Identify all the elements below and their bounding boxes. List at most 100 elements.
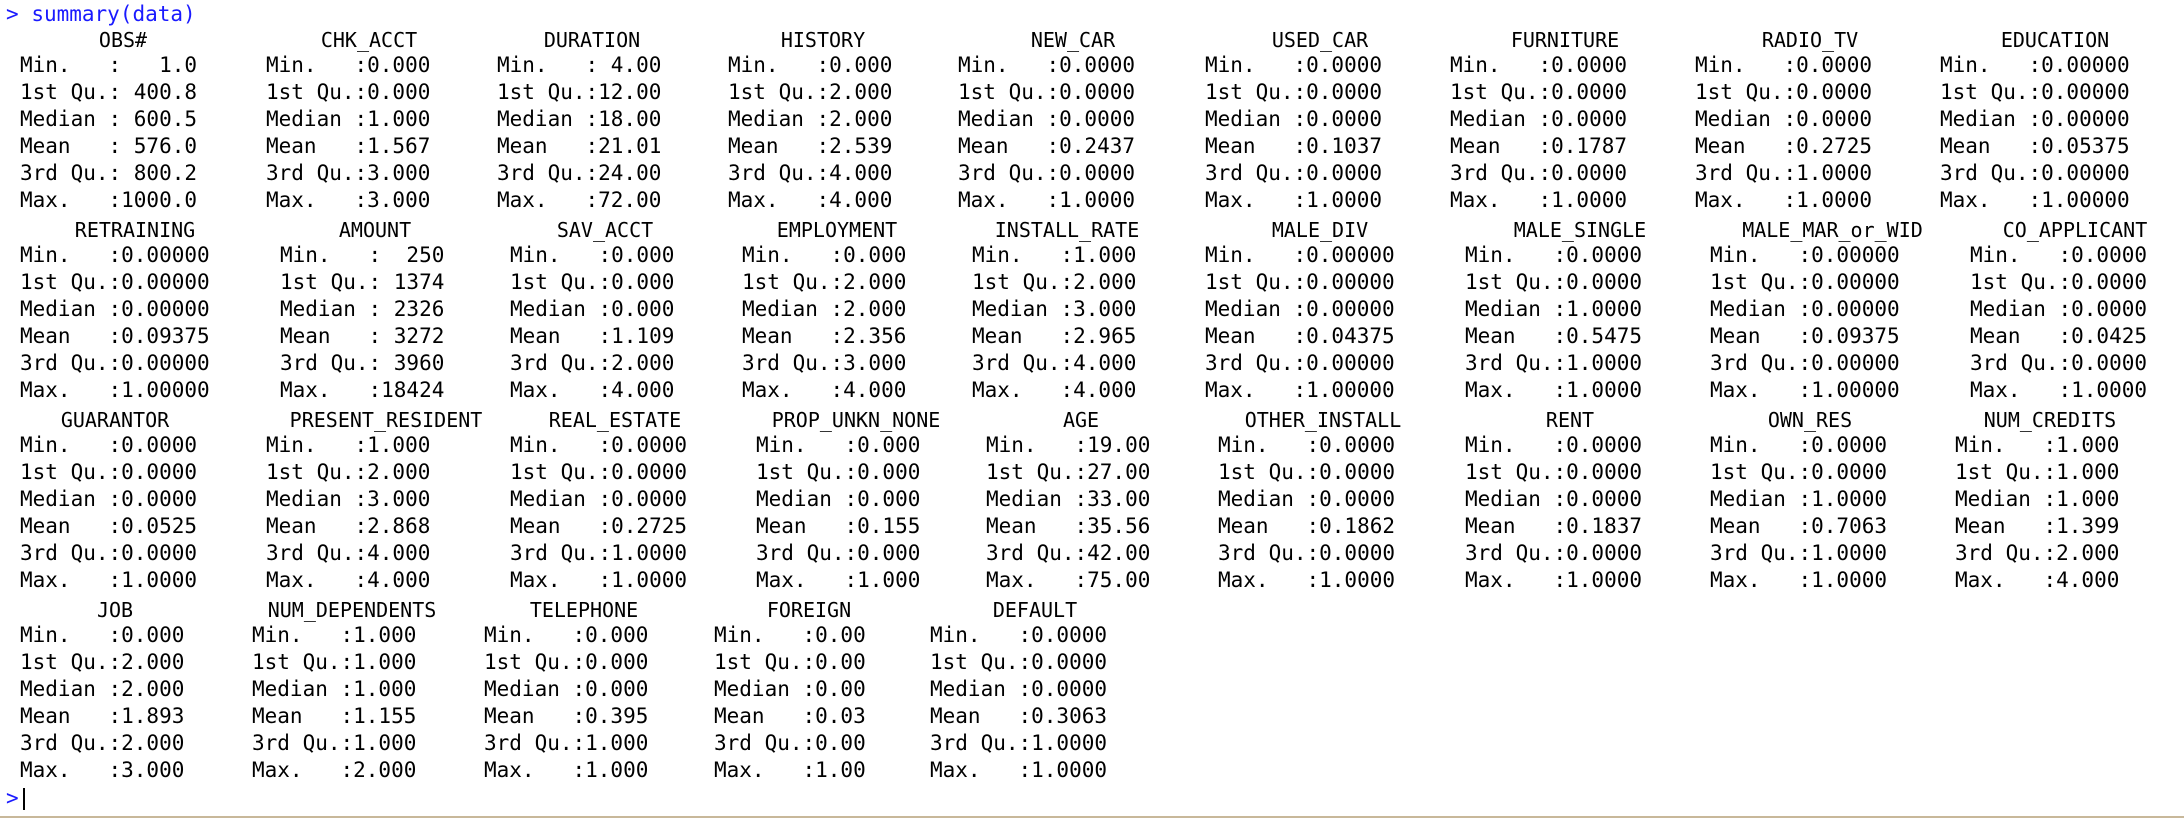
stat-line: Median :0.0000 (1970, 297, 2148, 321)
summary-column: EDUCATION Min. :0.00000 1st Qu.:0.00000 Med… (1940, 28, 2170, 214)
stat-line: Median :0.00000 (20, 297, 210, 321)
summary-column: MALE_MAR_or_WID Min. :0.00000 1st Qu.:0.00… (1710, 218, 1955, 404)
column-header: AMOUNT (338, 218, 412, 242)
stat-line: Min. :0.000 (742, 243, 907, 267)
stat-line: Min. :0.0000 (1710, 433, 1888, 457)
summary-column: INSTALL_RATE Min. :1.000 1st Qu.:2.000 Medi… (972, 218, 1162, 404)
stat-line: Mean :0.09375 (20, 324, 210, 348)
summary-column: SAV_ACCT Min. :0.000 1st Qu.:0.000 Median :… (510, 218, 700, 404)
stat-line: 1st Qu.:0.0000 (1205, 80, 1383, 104)
stat-line: 3rd Qu.:1.0000 (1710, 541, 1888, 565)
column-header: DURATION (543, 28, 641, 52)
stat-line: 3rd Qu.:0.00000 (20, 351, 210, 375)
column-header: OBS# (98, 28, 148, 52)
column-header: TELEPHONE (529, 598, 639, 622)
column-header: FURNITURE (1510, 28, 1620, 52)
stat-line: Median :2.000 (20, 677, 185, 701)
stat-line: 1st Qu.:0.00000 (20, 270, 210, 294)
stat-line: Max. :1.0000 (1970, 378, 2148, 402)
stat-line: 1st Qu.:0.00000 (1710, 270, 1900, 294)
summary-column: FURNITURE Min. :0.0000 1st Qu.:0.0000 Media… (1450, 28, 1680, 214)
stat-line: Max. :4.000 (266, 568, 431, 592)
stat-line: Median :0.0000 (1695, 107, 1873, 131)
stat-line: Min. :0.0000 (510, 433, 688, 457)
stat-line: Mean :0.05375 (1940, 134, 2130, 158)
stat-line: Mean :1.155 (252, 704, 417, 728)
summary-column: EMPLOYMENT Min. :0.000 1st Qu.:2.000 Median… (742, 218, 932, 404)
stat-line: Min. :0.0000 (1218, 433, 1396, 457)
stat-line: Median :0.0000 (1450, 107, 1628, 131)
summary-column: USED_CAR Min. :0.0000 1st Qu.:0.0000 Median… (1205, 28, 1435, 214)
command-line: > summary(data) (6, 2, 196, 26)
stat-line: Mean :2.356 (742, 324, 907, 348)
stat-line: 1st Qu.:2.000 (728, 80, 893, 104)
stat-line: Max. :1.00000 (1940, 188, 2130, 212)
stat-line: Max. :1.0000 (1205, 188, 1383, 212)
stat-line: Mean :0.3063 (930, 704, 1108, 728)
stat-line: 1st Qu.:0.000 (484, 650, 649, 674)
column-header: OWN_RES (1767, 408, 1853, 432)
stat-line: Min. : 250 (280, 243, 445, 267)
stat-line: Mean :1.109 (510, 324, 675, 348)
stat-line: Min. :0.0000 (930, 623, 1108, 647)
stat-line: Min. :0.000 (484, 623, 649, 647)
stat-line: Median :0.0000 (1218, 487, 1396, 511)
summary-column: MALE_DIV Min. :0.00000 1st Qu.:0.00000 Medi… (1205, 218, 1435, 404)
column-header: FOREIGN (766, 598, 852, 622)
stat-line: 3rd Qu.:1.000 (484, 731, 649, 755)
stat-line: 1st Qu.:0.00000 (1205, 270, 1395, 294)
stat-line: Min. :0.000 (20, 623, 185, 647)
stat-line: Median :2.000 (728, 107, 893, 131)
stat-line: Min. : 1.0 (20, 53, 198, 77)
stat-line: Mean :0.0425 (1970, 324, 2148, 348)
summary-column: NEW_CAR Min. :0.0000 1st Qu.:0.0000 Median … (958, 28, 1188, 214)
stat-line: 3rd Qu.:2.000 (510, 351, 675, 375)
stat-line: Median :0.000 (484, 677, 649, 701)
summary-column: PROP_UNKN_NONE Min. :0.000 1st Qu.:0.000 Me… (756, 408, 956, 594)
stat-line: Max. :1.0000 (1465, 568, 1643, 592)
summary-column: RADIO_TV Min. :0.0000 1st Qu.:0.0000 Median… (1695, 28, 1925, 214)
stat-line: 3rd Qu.:3.000 (266, 161, 431, 185)
stat-line: 3rd Qu.:4.000 (266, 541, 431, 565)
stat-line: Median :1.000 (266, 107, 431, 131)
stat-line: 1st Qu.: 1374 (280, 270, 445, 294)
column-header: AGE (1062, 408, 1100, 432)
stat-line: Max. :1000.0 (20, 188, 198, 212)
summary-column: CO_APPLICANT Min. :0.0000 1st Qu.:0.0000 Me… (1970, 218, 2180, 404)
column-header: RETRAINING (74, 218, 196, 242)
stat-line: 3rd Qu.: 800.2 (20, 161, 198, 185)
stat-line: 3rd Qu.:0.0000 (1205, 161, 1383, 185)
stat-line: 3rd Qu.:0.000 (756, 541, 921, 565)
input-prompt: > (6, 786, 19, 810)
text-cursor (22, 788, 25, 810)
stat-line: Mean :0.395 (484, 704, 649, 728)
r-console-output[interactable]: > summary(data) OBS# Min. : 1.0 1st Qu.: 4… (0, 0, 2184, 818)
stat-line: Median :0.0000 (930, 677, 1108, 701)
stat-line: Mean :0.2725 (510, 514, 688, 538)
stat-line: Min. :1.000 (1955, 433, 2120, 457)
stat-line: Median :0.0000 (1205, 107, 1383, 131)
command-text: summary(data) (31, 2, 196, 26)
stat-line: Max. :1.00000 (1205, 378, 1395, 402)
stat-line: 1st Qu.:0.0000 (958, 80, 1136, 104)
column-header: NUM_CREDITS (1983, 408, 2117, 432)
stat-line: Mean :35.56 (986, 514, 1151, 538)
stat-line: Max. :4.000 (1955, 568, 2120, 592)
summary-column: REAL_ESTATE Min. :0.0000 1st Qu.:0.0000 Med… (510, 408, 720, 594)
column-header: MALE_MAR_or_WID (1742, 218, 1923, 242)
stat-line: 1st Qu.:0.0000 (20, 460, 198, 484)
stat-line: Max. :3.000 (20, 758, 185, 782)
summary-column: JOB Min. :0.000 1st Qu.:2.000 Median :2.000… (20, 598, 210, 784)
summary-column: TELEPHONE Min. :0.000 1st Qu.:0.000 Median … (484, 598, 684, 784)
stat-line: Median :18.00 (497, 107, 662, 131)
stat-line: Max. :1.0000 (20, 568, 198, 592)
input-line[interactable]: > (6, 786, 25, 810)
stat-line: Min. :0.000 (510, 243, 675, 267)
stat-line: 3rd Qu.:0.0000 (1465, 541, 1643, 565)
stat-line: Mean :0.7063 (1710, 514, 1888, 538)
stat-line: Max. :1.0000 (1450, 188, 1628, 212)
stat-line: Min. :0.000 (756, 433, 921, 457)
stat-line: Max. :1.0000 (930, 758, 1108, 782)
stat-line: Min. :0.0000 (1970, 243, 2148, 267)
column-header: MALE_SINGLE (1513, 218, 1647, 242)
